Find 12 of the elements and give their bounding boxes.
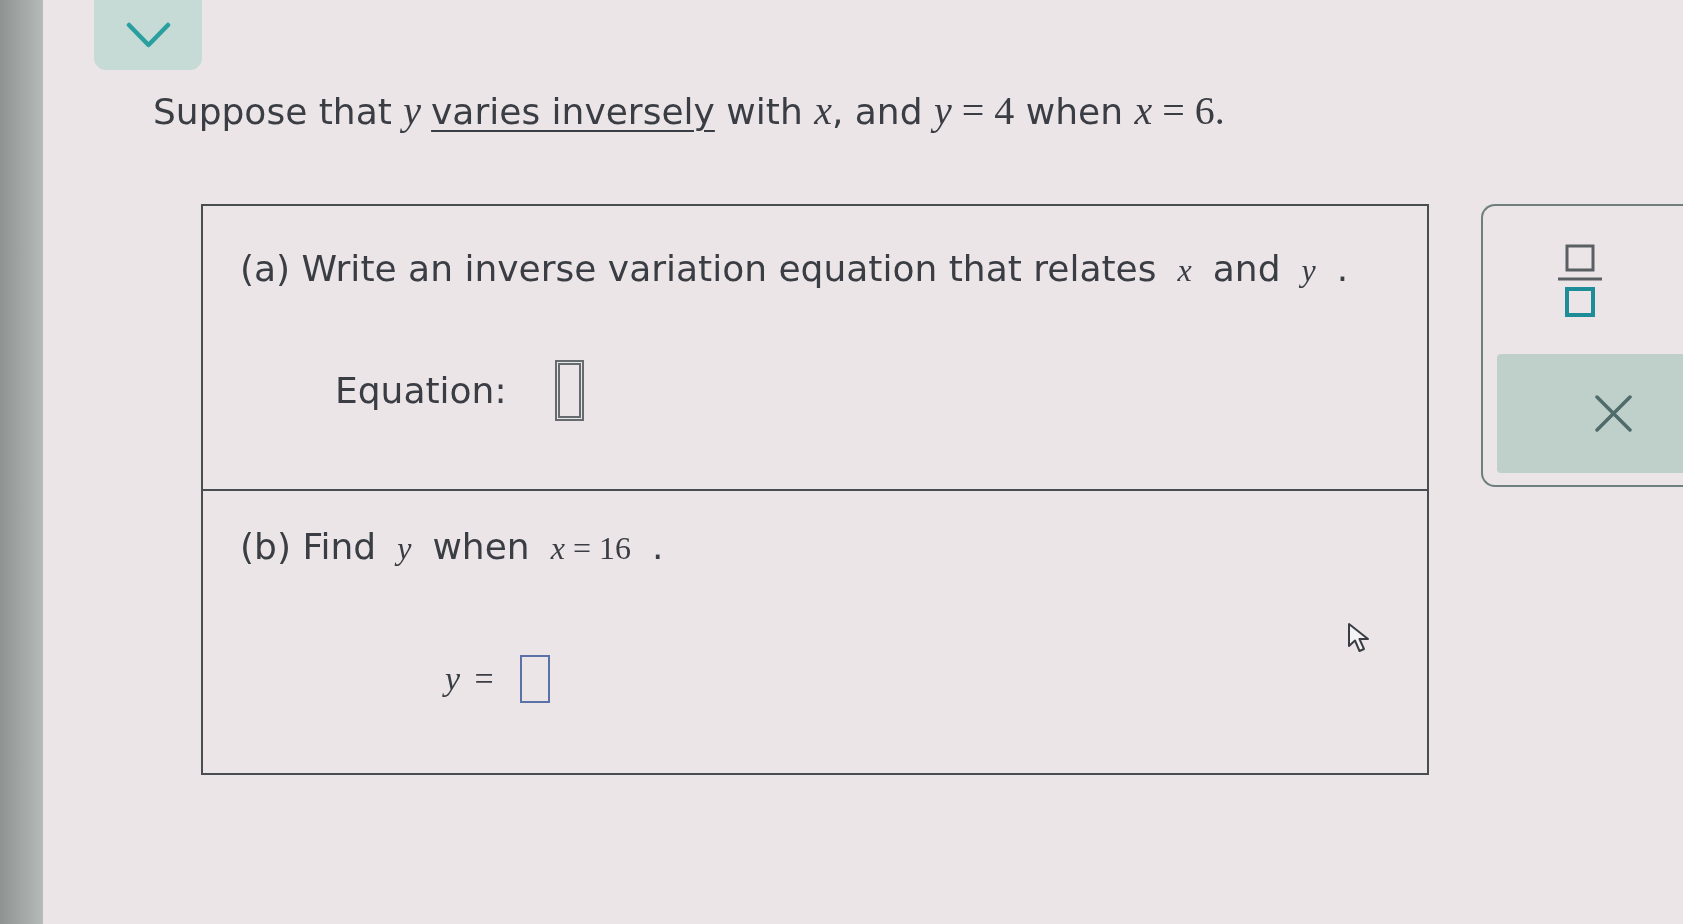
collapse-button[interactable]	[94, 0, 202, 70]
chevron-down-icon	[125, 21, 171, 49]
answer-box[interactable]	[554, 360, 584, 421]
part-prompt: (b) Find y when x = 16 .	[240, 525, 664, 569]
part-prompt: (a) Write an inverse variation equation that relates x and y .	[240, 247, 1349, 291]
answer-label: Equation:	[335, 368, 507, 413]
x-icon	[1595, 395, 1632, 432]
fraction-icon	[1558, 244, 1602, 318]
fraction-button[interactable]	[1558, 244, 1602, 318]
term-link[interactable]: varies inversely	[431, 91, 715, 132]
question-text: Suppose that y varies inversely with x, and y = 4 when x = 6.	[153, 89, 1225, 134]
answer-box[interactable]	[519, 655, 550, 703]
